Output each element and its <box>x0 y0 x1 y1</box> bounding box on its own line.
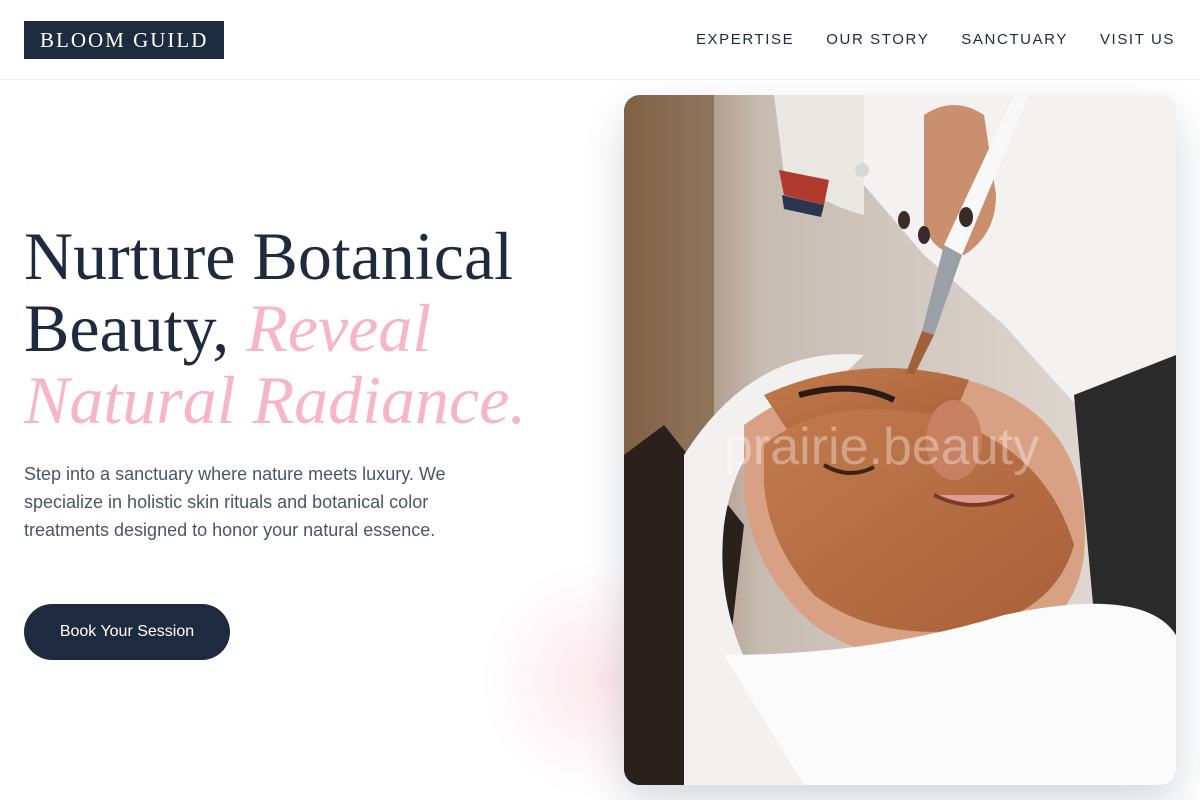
nav-link-our-story[interactable]: OUR STORY <box>826 30 929 50</box>
nav-link-visit-us[interactable]: VISIT US <box>1100 30 1175 50</box>
image-watermark: prairie.beauty <box>724 418 1040 476</box>
hero-intro-text: Step into a sanctuary where nature meets… <box>24 464 446 540</box>
brand-logo[interactable]: BLOOM GUILD <box>24 21 225 59</box>
book-session-button[interactable]: Book Your Session <box>24 604 230 660</box>
hero-photo-facial-treatment: prairie.beauty <box>624 95 1176 785</box>
main-nav: EXPERTISE OUR STORY SANCTUARY VISIT US <box>696 30 1175 50</box>
site-header: BLOOM GUILD EXPERTISE OUR STORY SANCTUAR… <box>0 0 1200 80</box>
nav-link-expertise[interactable]: EXPERTISE <box>696 30 794 50</box>
nav-link-sanctuary[interactable]: SANCTUARY <box>961 30 1068 50</box>
hero-headline: Nurture Botanical Beauty, Reveal Natural… <box>24 220 614 436</box>
